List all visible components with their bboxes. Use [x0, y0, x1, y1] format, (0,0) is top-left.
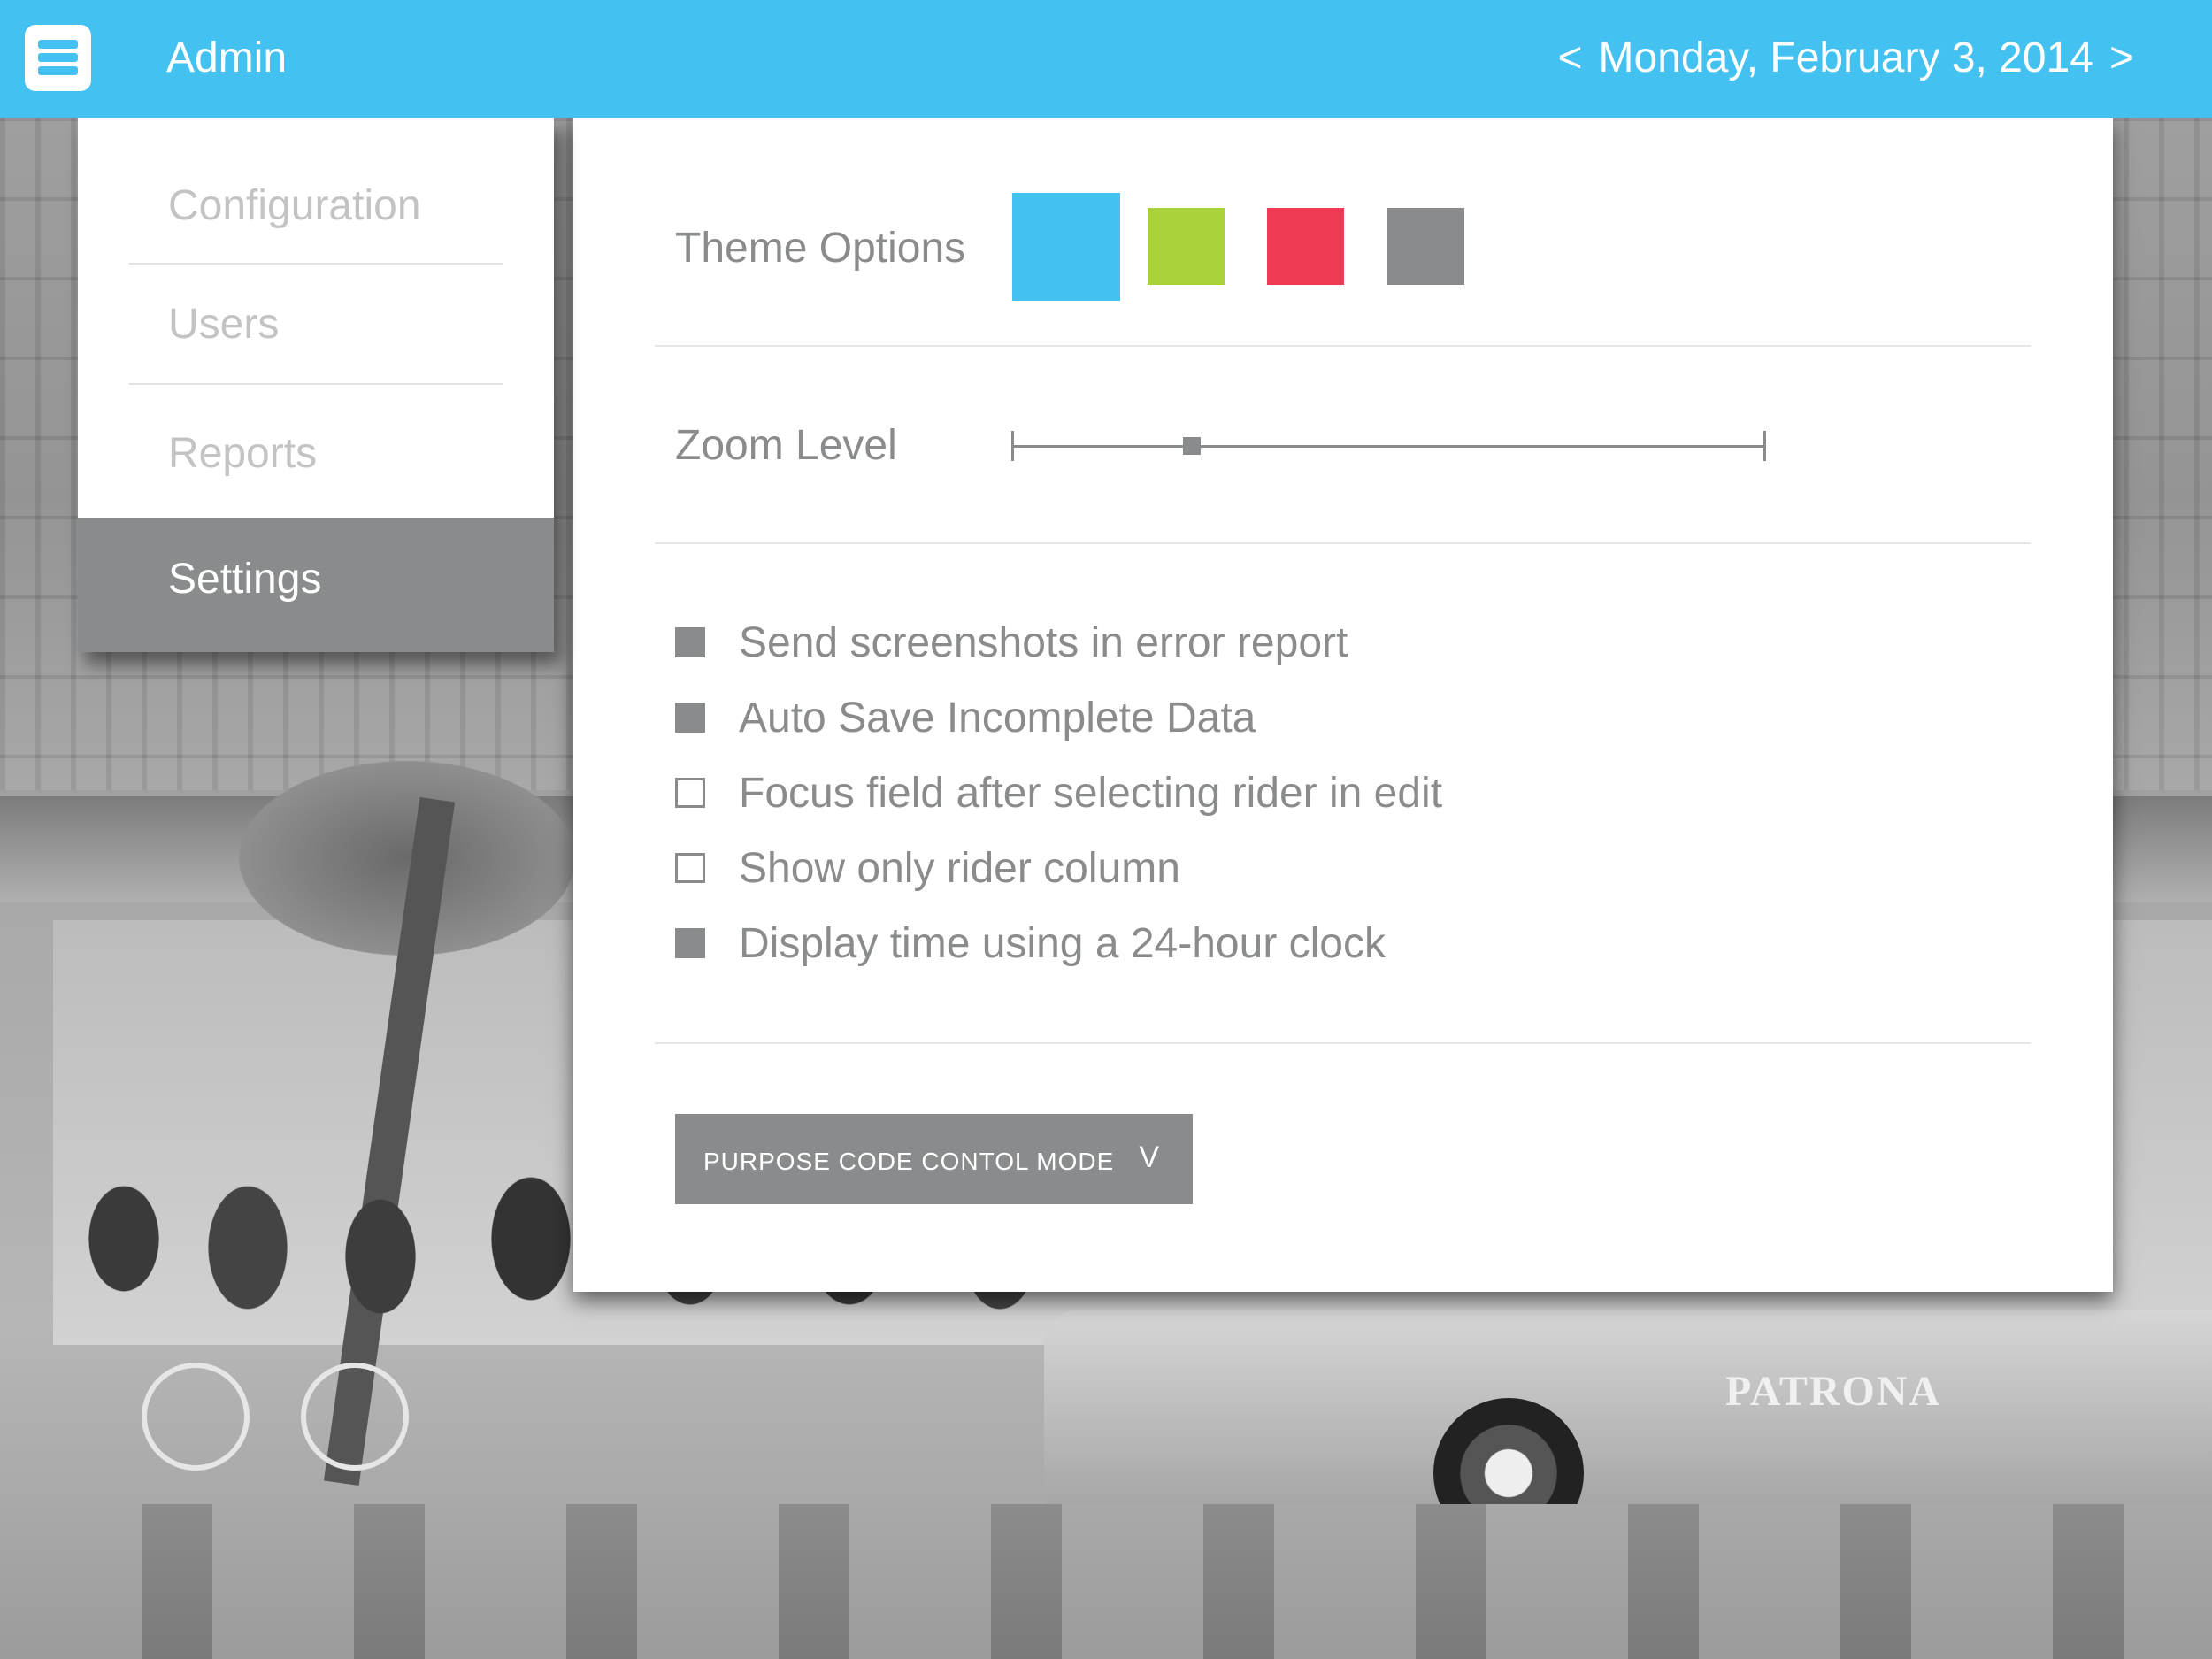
- zoom-slider-max-cap: [1763, 431, 1766, 461]
- checkbox[interactable]: [675, 778, 705, 808]
- divider: [655, 542, 2031, 544]
- zoom-slider-thumb[interactable]: [1183, 437, 1201, 455]
- menu-icon-bar: [38, 53, 78, 62]
- dropdown-label: PURPOSE CODE CONTOL MODE: [703, 1148, 1115, 1175]
- purpose-code-mode-dropdown[interactable]: PURPOSE CODE CONTOL MODE V: [675, 1114, 1193, 1204]
- bus-ad-text: PATRONA: [1725, 1368, 1942, 1415]
- theme-options-label: Theme Options: [675, 225, 966, 272]
- sidebar-item-label: Configuration: [168, 182, 421, 229]
- sidebar-item-label: Settings: [168, 556, 322, 603]
- menu-icon-bar: [38, 40, 78, 49]
- checkbox[interactable]: [675, 928, 705, 958]
- divider: [655, 345, 2031, 347]
- checkbox[interactable]: [675, 703, 705, 733]
- sidebar-item-settings[interactable]: Settings: [78, 518, 554, 652]
- option-label: Send screenshots in error report: [739, 618, 1348, 666]
- option-label: Focus field after selecting rider in edi…: [739, 769, 1443, 817]
- settings-panel: Theme Options Zoom Level Send screenshot…: [573, 118, 2113, 1292]
- sidebar: Configuration Users Reports Settings: [78, 118, 554, 652]
- option-label: Display time using a 24-hour clock: [739, 919, 1386, 967]
- current-date: Monday, February 3, 2014: [1598, 35, 2093, 81]
- theme-swatch-green[interactable]: [1148, 208, 1225, 285]
- sidebar-item-label: Users: [168, 301, 280, 348]
- next-day-button[interactable]: >: [2109, 34, 2134, 82]
- option-label: Auto Save Incomplete Data: [739, 694, 1256, 741]
- menu-icon-bar: [38, 66, 78, 75]
- option-24-hour-clock[interactable]: Display time using a 24-hour clock: [675, 917, 1386, 970]
- option-focus-field[interactable]: Focus field after selecting rider in edi…: [675, 766, 1442, 819]
- prev-day-button[interactable]: <: [1558, 34, 1583, 82]
- sidebar-item-users[interactable]: Users: [78, 265, 554, 385]
- sidebar-item-configuration[interactable]: Configuration: [78, 118, 554, 265]
- street: [0, 1504, 2212, 1659]
- chevron-down-icon: V: [1139, 1141, 1159, 1174]
- checkbox[interactable]: [675, 853, 705, 883]
- date-navigator: < Monday, February 3, 2014 >: [1558, 34, 2135, 82]
- sidebar-item-label: Reports: [168, 430, 318, 477]
- bicycle-wheel: [301, 1363, 409, 1471]
- menu-icon[interactable]: [25, 25, 91, 91]
- theme-swatch-blue[interactable]: [1012, 193, 1120, 301]
- option-show-rider-column[interactable]: Show only rider column: [675, 841, 1180, 895]
- zoom-slider-track[interactable]: [1011, 445, 1763, 448]
- zoom-level-label: Zoom Level: [675, 422, 897, 469]
- theme-swatch-gray[interactable]: [1387, 208, 1464, 285]
- sidebar-item-reports[interactable]: Reports: [78, 385, 554, 518]
- app-title: Admin: [166, 35, 288, 81]
- theme-swatch-red[interactable]: [1267, 208, 1344, 285]
- checkbox[interactable]: [675, 627, 705, 657]
- zoom-slider-min-cap: [1011, 431, 1014, 461]
- top-bar: Admin < Monday, February 3, 2014 >: [0, 0, 2212, 118]
- bicycle-wheel: [142, 1363, 250, 1471]
- divider: [655, 1042, 2031, 1044]
- option-label: Show only rider column: [739, 844, 1180, 892]
- option-send-screenshots[interactable]: Send screenshots in error report: [675, 616, 1348, 669]
- option-auto-save[interactable]: Auto Save Incomplete Data: [675, 691, 1256, 744]
